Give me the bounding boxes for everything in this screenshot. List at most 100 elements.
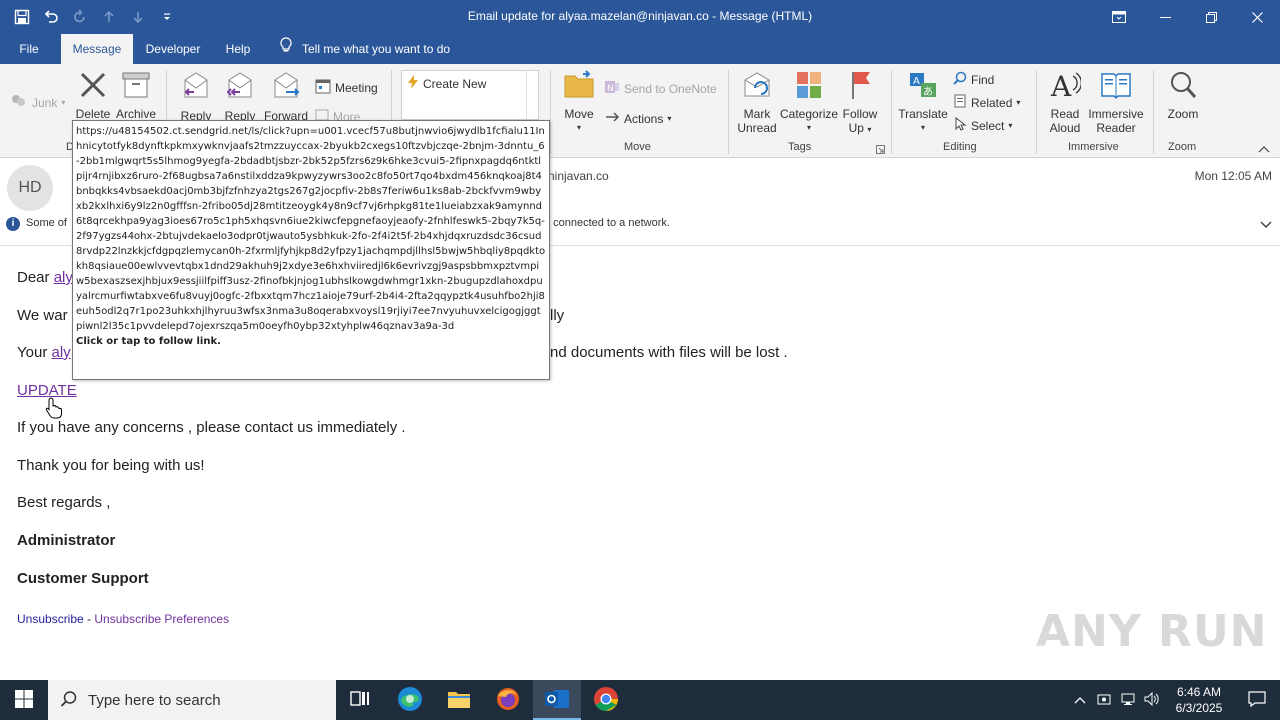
group-tags-label: Tags	[788, 141, 812, 153]
greeting-link[interactable]: aly	[54, 269, 73, 286]
immersive-reader-button[interactable]: Immersive Reader	[1088, 70, 1144, 135]
window-title: Email update for alyaa.mazelan@ninjavan.…	[467, 9, 813, 23]
find-button[interactable]: Find	[953, 71, 994, 88]
select-cursor-icon	[953, 116, 967, 134]
meet-now-icon[interactable]	[1092, 692, 1116, 709]
tab-developer[interactable]: Developer	[140, 34, 206, 64]
task-view-button[interactable]	[336, 680, 384, 720]
tab-file[interactable]: File	[8, 34, 50, 64]
quick-access-toolbar	[10, 0, 178, 34]
meeting-button[interactable]: Meeting	[315, 78, 378, 97]
archive-button[interactable]: Archive	[113, 70, 159, 121]
clock-time: 6:46 AM	[1176, 685, 1222, 699]
quick-steps-gallery[interactable]: Create New	[401, 70, 539, 120]
folder-icon	[447, 689, 471, 712]
collapse-ribbon-icon[interactable]	[1258, 142, 1272, 154]
tooltip-hint: Click or tap to follow link.	[76, 336, 221, 347]
mark-unread-label-1: Mark	[743, 107, 771, 121]
restore-icon[interactable]	[1188, 0, 1234, 34]
junk-button[interactable]: Junk ▾	[10, 93, 65, 112]
translate-icon: Aあ	[898, 70, 948, 103]
start-button[interactable]	[0, 680, 48, 720]
window-controls	[1096, 0, 1280, 34]
line3-link[interactable]: aly	[51, 344, 70, 361]
lightning-icon	[407, 75, 419, 92]
next-item-icon[interactable]	[126, 6, 149, 29]
unsubscribe-preferences-link[interactable]: Unsubscribe Preferences	[94, 612, 229, 626]
group-immersive-label: Immersive	[1068, 141, 1119, 153]
volume-icon[interactable]	[1140, 691, 1164, 709]
quick-step-create-new[interactable]: Create New	[407, 75, 486, 92]
task-view-icon	[350, 690, 370, 711]
send-to-onenote-button[interactable]: N Send to OneNote	[604, 79, 717, 98]
chevron-up-icon[interactable]	[1068, 693, 1092, 707]
chevron-down-icon[interactable]	[1260, 218, 1272, 232]
onenote-icon: N	[604, 79, 620, 98]
svg-text:N: N	[607, 84, 614, 94]
customize-toolbar-icon[interactable]	[155, 6, 178, 29]
related-icon	[953, 94, 967, 111]
thanks-line: Thank you for being with us!	[17, 457, 205, 474]
clock-date: 6/3/2025	[1175, 701, 1223, 715]
follow-up-label-1: Follow	[842, 107, 878, 121]
related-button[interactable]: Related ▾	[953, 94, 1020, 111]
message-date: Mon 12:05 AM	[1194, 169, 1272, 183]
mark-unread-button[interactable]: Mark Unread	[735, 70, 779, 135]
separator	[891, 70, 892, 154]
notification-icon[interactable]	[1234, 690, 1280, 710]
immersive-reader-label-1: Immersive	[1088, 107, 1144, 121]
tags-dialog-launcher-icon[interactable]	[876, 143, 886, 154]
move-button[interactable]: Move ▾	[561, 70, 597, 135]
reply-button[interactable]: Reply	[174, 70, 218, 123]
find-label: Find	[971, 72, 995, 87]
zoom-label: Zoom	[1167, 107, 1199, 121]
unsubscribe-link[interactable]: Unsubscribe	[17, 612, 84, 626]
chrome-icon	[593, 686, 619, 715]
avatar: HD	[7, 165, 53, 211]
network-icon[interactable]	[1116, 692, 1140, 709]
junk-label: Junk	[32, 95, 58, 110]
taskbar-file-explorer[interactable]	[435, 680, 483, 720]
close-icon[interactable]	[1234, 0, 1280, 34]
zoom-button[interactable]: Zoom	[1162, 70, 1204, 121]
save-icon[interactable]	[10, 6, 33, 29]
tell-me-search[interactable]: Tell me what you want to do	[280, 34, 450, 64]
tab-message[interactable]: Message	[61, 34, 133, 64]
redo-icon[interactable]	[68, 6, 91, 29]
taskbar-outlook[interactable]	[533, 680, 581, 720]
reply-all-button[interactable]: Reply	[218, 70, 262, 123]
read-aloud-button[interactable]: A Read Aloud	[1042, 70, 1088, 135]
ribbon-display-options-icon[interactable]	[1096, 0, 1142, 34]
clock[interactable]: 6:46 AM 6/3/2025	[1164, 684, 1234, 716]
undo-icon[interactable]	[39, 6, 62, 29]
delete-label: Delete	[75, 107, 111, 121]
categorize-label: Categorize	[780, 107, 839, 121]
from-address[interactable]: ninjavan.co	[548, 169, 609, 183]
taskbar-chrome[interactable]	[582, 680, 630, 720]
forward-button[interactable]: Forward	[262, 70, 310, 123]
translate-button[interactable]: Aあ Translate ▾	[898, 70, 948, 135]
taskbar-search[interactable]: Type here to search	[48, 680, 336, 720]
windows-logo-icon	[15, 689, 33, 711]
archive-icon	[113, 70, 159, 103]
svg-text:A: A	[1050, 70, 1072, 100]
delete-button[interactable]: Delete	[73, 70, 113, 121]
taskbar-firefox[interactable]	[484, 680, 532, 720]
send-to-onenote-label: Send to OneNote	[624, 81, 717, 96]
tab-help[interactable]: Help	[218, 34, 258, 64]
immersive-reader-label-2: Reader	[1096, 121, 1136, 135]
taskbar-edge[interactable]	[386, 680, 434, 720]
move-folder-icon	[561, 70, 597, 103]
separator	[1153, 70, 1154, 154]
read-aloud-label-2: Aloud	[1049, 121, 1081, 135]
minimize-icon[interactable]	[1142, 0, 1188, 34]
select-button[interactable]: Select ▾	[953, 116, 1012, 134]
junk-icon	[10, 93, 28, 112]
taskbar: Type here to search 6:46 AM 6/3/2025	[0, 680, 1280, 720]
actions-button[interactable]: Actions ▾	[604, 110, 671, 127]
previous-item-icon[interactable]	[97, 6, 120, 29]
categorize-button[interactable]: Categorize ▾	[780, 70, 838, 135]
gallery-scroll[interactable]	[526, 71, 538, 119]
forward-icon	[262, 70, 310, 105]
follow-up-button[interactable]: Follow Up ▾	[838, 70, 882, 137]
